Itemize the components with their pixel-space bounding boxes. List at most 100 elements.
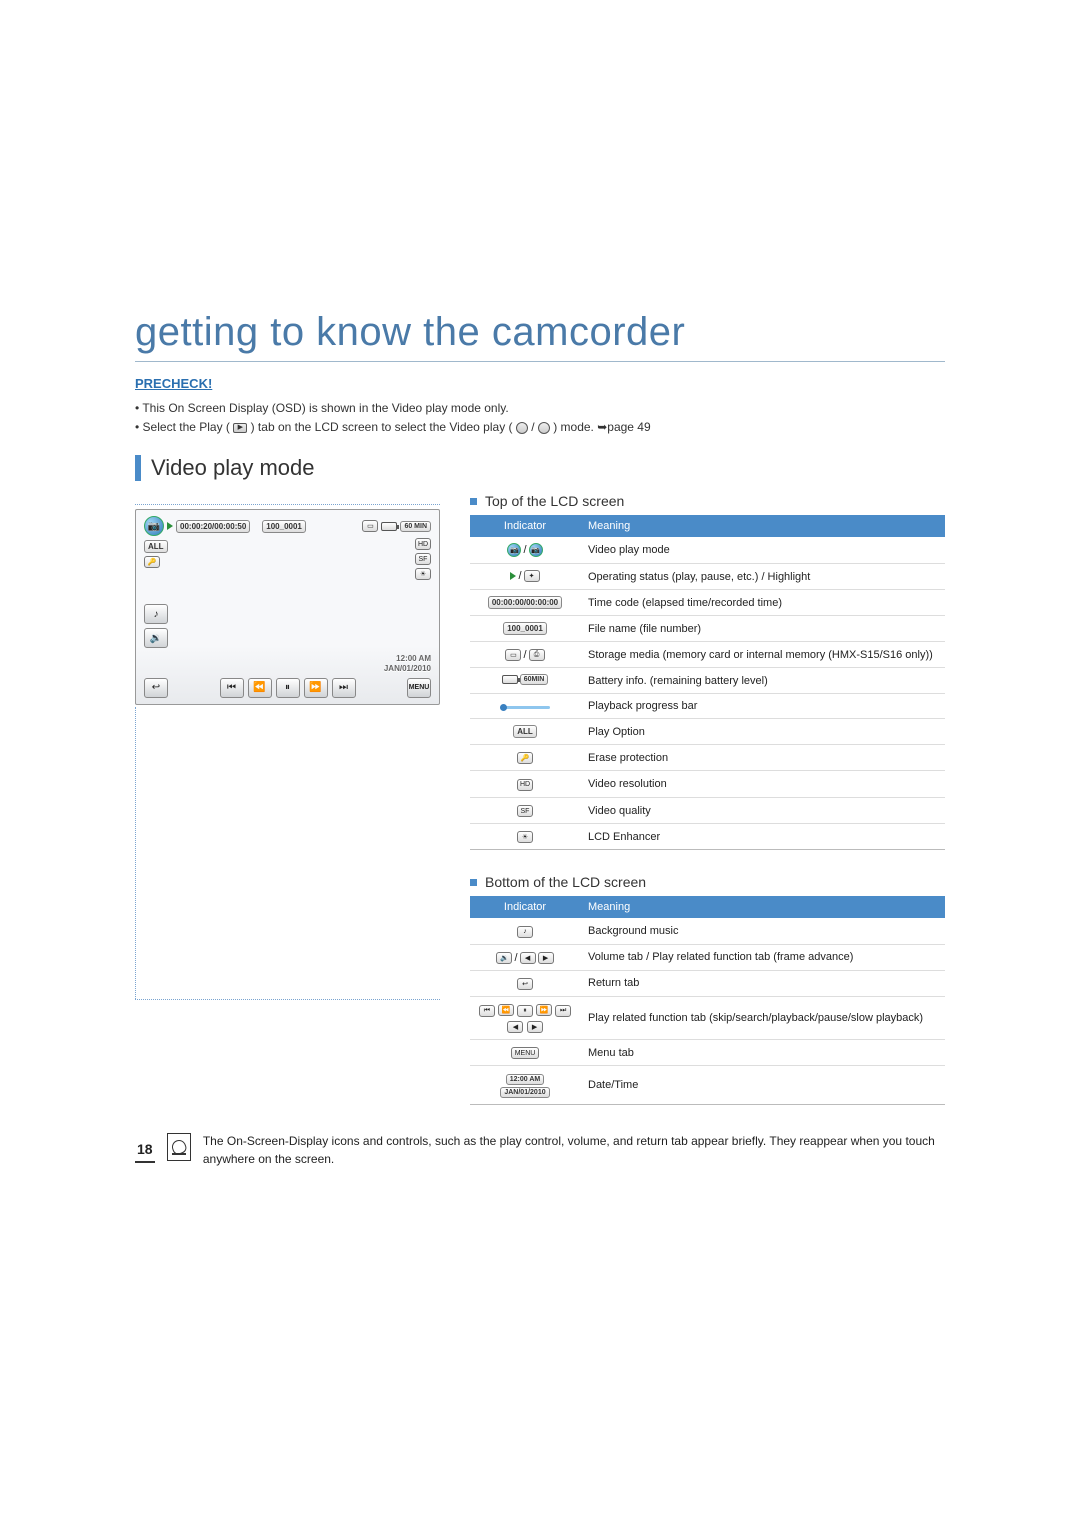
lcd-enhancer-icon: ☀ (517, 831, 533, 843)
return-tab-icon: ↩ (517, 978, 533, 990)
fast-forward-icon[interactable]: ⏩ (304, 678, 328, 698)
pause-icon[interactable]: ⏸ (276, 678, 300, 698)
bottom-subhead-text: Bottom of the LCD screen (485, 874, 646, 890)
meaning-cell: Video resolution (580, 771, 945, 798)
play-tab-icon: ▶ (233, 423, 247, 433)
osd-music-volume-row: ♪ (144, 604, 431, 624)
table-row: MENU Menu tab (470, 1039, 945, 1066)
note-box: 18 The On-Screen-Display icons and contr… (135, 1133, 945, 1168)
bullet-item: This On Screen Display (OSD) is shown in… (135, 399, 945, 418)
meaning-cell: Volume tab / Play related function tab (… (580, 944, 945, 970)
video-mode-hd-icon (516, 422, 528, 434)
manual-page: getting to know the camcorder PRECHECK! … (0, 0, 1080, 1527)
table-row: Playback progress bar (470, 694, 945, 719)
top-subhead: Top of the LCD screen (470, 493, 945, 509)
table-row: 12:00 AM JAN/01/2010 Date/Time (470, 1066, 945, 1105)
note-icon (167, 1133, 191, 1161)
meaning-cell: Operating status (play, pause, etc.) / H… (580, 564, 945, 590)
bottom-indicators-table: Indicator Meaning ♪ Background music 🔉 /… (470, 896, 945, 1105)
osd-right-icons: HD SF ☀ (415, 538, 431, 580)
table-row: 100_0001 File name (file number) (470, 616, 945, 642)
video-mode-sd-icon (538, 422, 550, 434)
meaning-cell: Battery info. (remaining battery level) (580, 668, 945, 694)
osd-time: 12:00 AM (144, 654, 431, 664)
video-quality-icon: SF (415, 553, 431, 565)
meaning-cell: Menu tab (580, 1039, 945, 1066)
subhead-bullet-icon (470, 498, 477, 505)
video-play-mode-icon: 📷 / 📷 (507, 543, 542, 557)
table-row: ☀ LCD Enhancer (470, 824, 945, 850)
section-heading: Video play mode (135, 455, 945, 481)
meaning-cell: Video play mode (580, 537, 945, 564)
erase-protection-icon: 🔑 (144, 556, 160, 568)
battery-info-icon: 60MIN (502, 674, 549, 685)
erase-protection-icon: 🔑 (517, 752, 533, 764)
storage-media-icon: ▭ (362, 520, 378, 532)
return-tab-icon[interactable]: ↩ (144, 678, 168, 698)
bullet-item: Select the Play ( ▶ ) tab on the LCD scr… (135, 418, 945, 437)
section-title-text: Video play mode (151, 455, 315, 481)
dotted-connector-top (135, 504, 440, 505)
play-controls-icon: ⏮ ⏪ ⏸ ⏩ ⏭ ◀ ▶ (479, 1003, 571, 1033)
progress-bar-icon (500, 706, 550, 709)
chapter-title: getting to know the camcorder (135, 310, 945, 362)
play-option-icon: ALL (144, 540, 168, 553)
precheck-bullets: This On Screen Display (OSD) is shown in… (135, 399, 945, 437)
table-row: HD Video resolution (470, 771, 945, 798)
time-code-label: 00:00:00/00:00:00 (488, 596, 562, 609)
video-play-mode-icon: 📷 (144, 516, 164, 536)
table-row: ⏮ ⏪ ⏸ ⏩ ⏭ ◀ ▶ Play related function tab … (470, 996, 945, 1039)
meaning-cell: LCD Enhancer (580, 824, 945, 850)
play-status-icon (167, 522, 173, 530)
table-row: ↩ Return tab (470, 970, 945, 996)
storage-media-icon: ▭ / ⎙ (505, 649, 544, 661)
table-row: 60MIN Battery info. (remaining battery l… (470, 668, 945, 694)
osd-top-row: 📷 00:00:20/00:00:50 100_0001 ▭ 60 MIN (144, 516, 431, 536)
meaning-cell: File name (file number) (580, 616, 945, 642)
meaning-cell: Play related function tab (skip/search/p… (580, 996, 945, 1039)
page-number: 18 (135, 1139, 155, 1163)
note-text: The On-Screen-Display icons and controls… (203, 1133, 945, 1168)
meaning-cell: Background music (580, 918, 945, 944)
osd-date: JAN/01/2010 (144, 664, 431, 674)
datetime-icon: 12:00 AM JAN/01/2010 (500, 1074, 549, 1098)
bg-music-icon[interactable]: ♪ (144, 604, 168, 624)
table-header-indicator: Indicator (470, 515, 580, 537)
bg-music-icon: ♪ (517, 926, 533, 938)
osd-left-icons: ALL 🔑 (144, 540, 168, 568)
meaning-cell: Video quality (580, 797, 945, 824)
meaning-cell: Storage media (memory card or internal m… (580, 642, 945, 668)
volume-frame-icon: 🔉 / ◀ ▶ (496, 952, 553, 964)
rewind-icon[interactable]: ⏪ (248, 678, 272, 698)
heading-bar-icon (135, 455, 141, 481)
left-column: 📷 00:00:20/00:00:50 100_0001 ▭ 60 MIN AL… (135, 493, 440, 1105)
time-code-label: 00:00:20/00:00:50 (176, 520, 250, 533)
osd-top-right-icons: ▭ 60 MIN (362, 520, 431, 532)
table-row: SF Video quality (470, 797, 945, 824)
menu-tab-icon[interactable]: MENU (407, 678, 431, 698)
battery-info-icon (381, 522, 397, 531)
meaning-cell: Playback progress bar (580, 694, 945, 719)
precheck-label: PRECHECK! (135, 376, 945, 391)
table-row: ▭ / ⎙ Storage media (memory card or inte… (470, 642, 945, 668)
right-column: Top of the LCD screen Indicator Meaning … (470, 493, 945, 1105)
osd-bottom-area: ♪ 🔉 12:00 AM JAN/01/2010 ↩ ⏮ ⏪ (144, 604, 431, 697)
table-header-meaning: Meaning (580, 515, 945, 537)
osd-screen: 📷 00:00:20/00:00:50 100_0001 ▭ 60 MIN AL… (135, 509, 440, 704)
meaning-cell: Date/Time (580, 1066, 945, 1105)
content-columns: 📷 00:00:20/00:00:50 100_0001 ▭ 60 MIN AL… (135, 493, 945, 1105)
battery-min-label: 60 MIN (400, 521, 431, 532)
top-indicators-table: Indicator Meaning 📷 / 📷 Video play mode … (470, 515, 945, 850)
osd-datetime: 12:00 AM JAN/01/2010 (144, 654, 431, 673)
skip-next-icon[interactable]: ⏭ (332, 678, 356, 698)
osd-control-bar: ↩ ⏮ ⏪ ⏸ ⏩ ⏭ MENU (144, 678, 431, 698)
table-row: / ✦ Operating status (play, pause, etc.)… (470, 564, 945, 590)
volume-tab-icon[interactable]: 🔉 (144, 628, 168, 648)
table-row: ALL Play Option (470, 719, 945, 745)
skip-prev-icon[interactable]: ⏮ (220, 678, 244, 698)
table-row: ♪ Background music (470, 918, 945, 944)
lcd-enhancer-icon: ☀ (415, 568, 431, 580)
dotted-connector-bottom (135, 999, 440, 1000)
meaning-cell: Play Option (580, 719, 945, 745)
video-resolution-icon: HD (415, 538, 431, 550)
